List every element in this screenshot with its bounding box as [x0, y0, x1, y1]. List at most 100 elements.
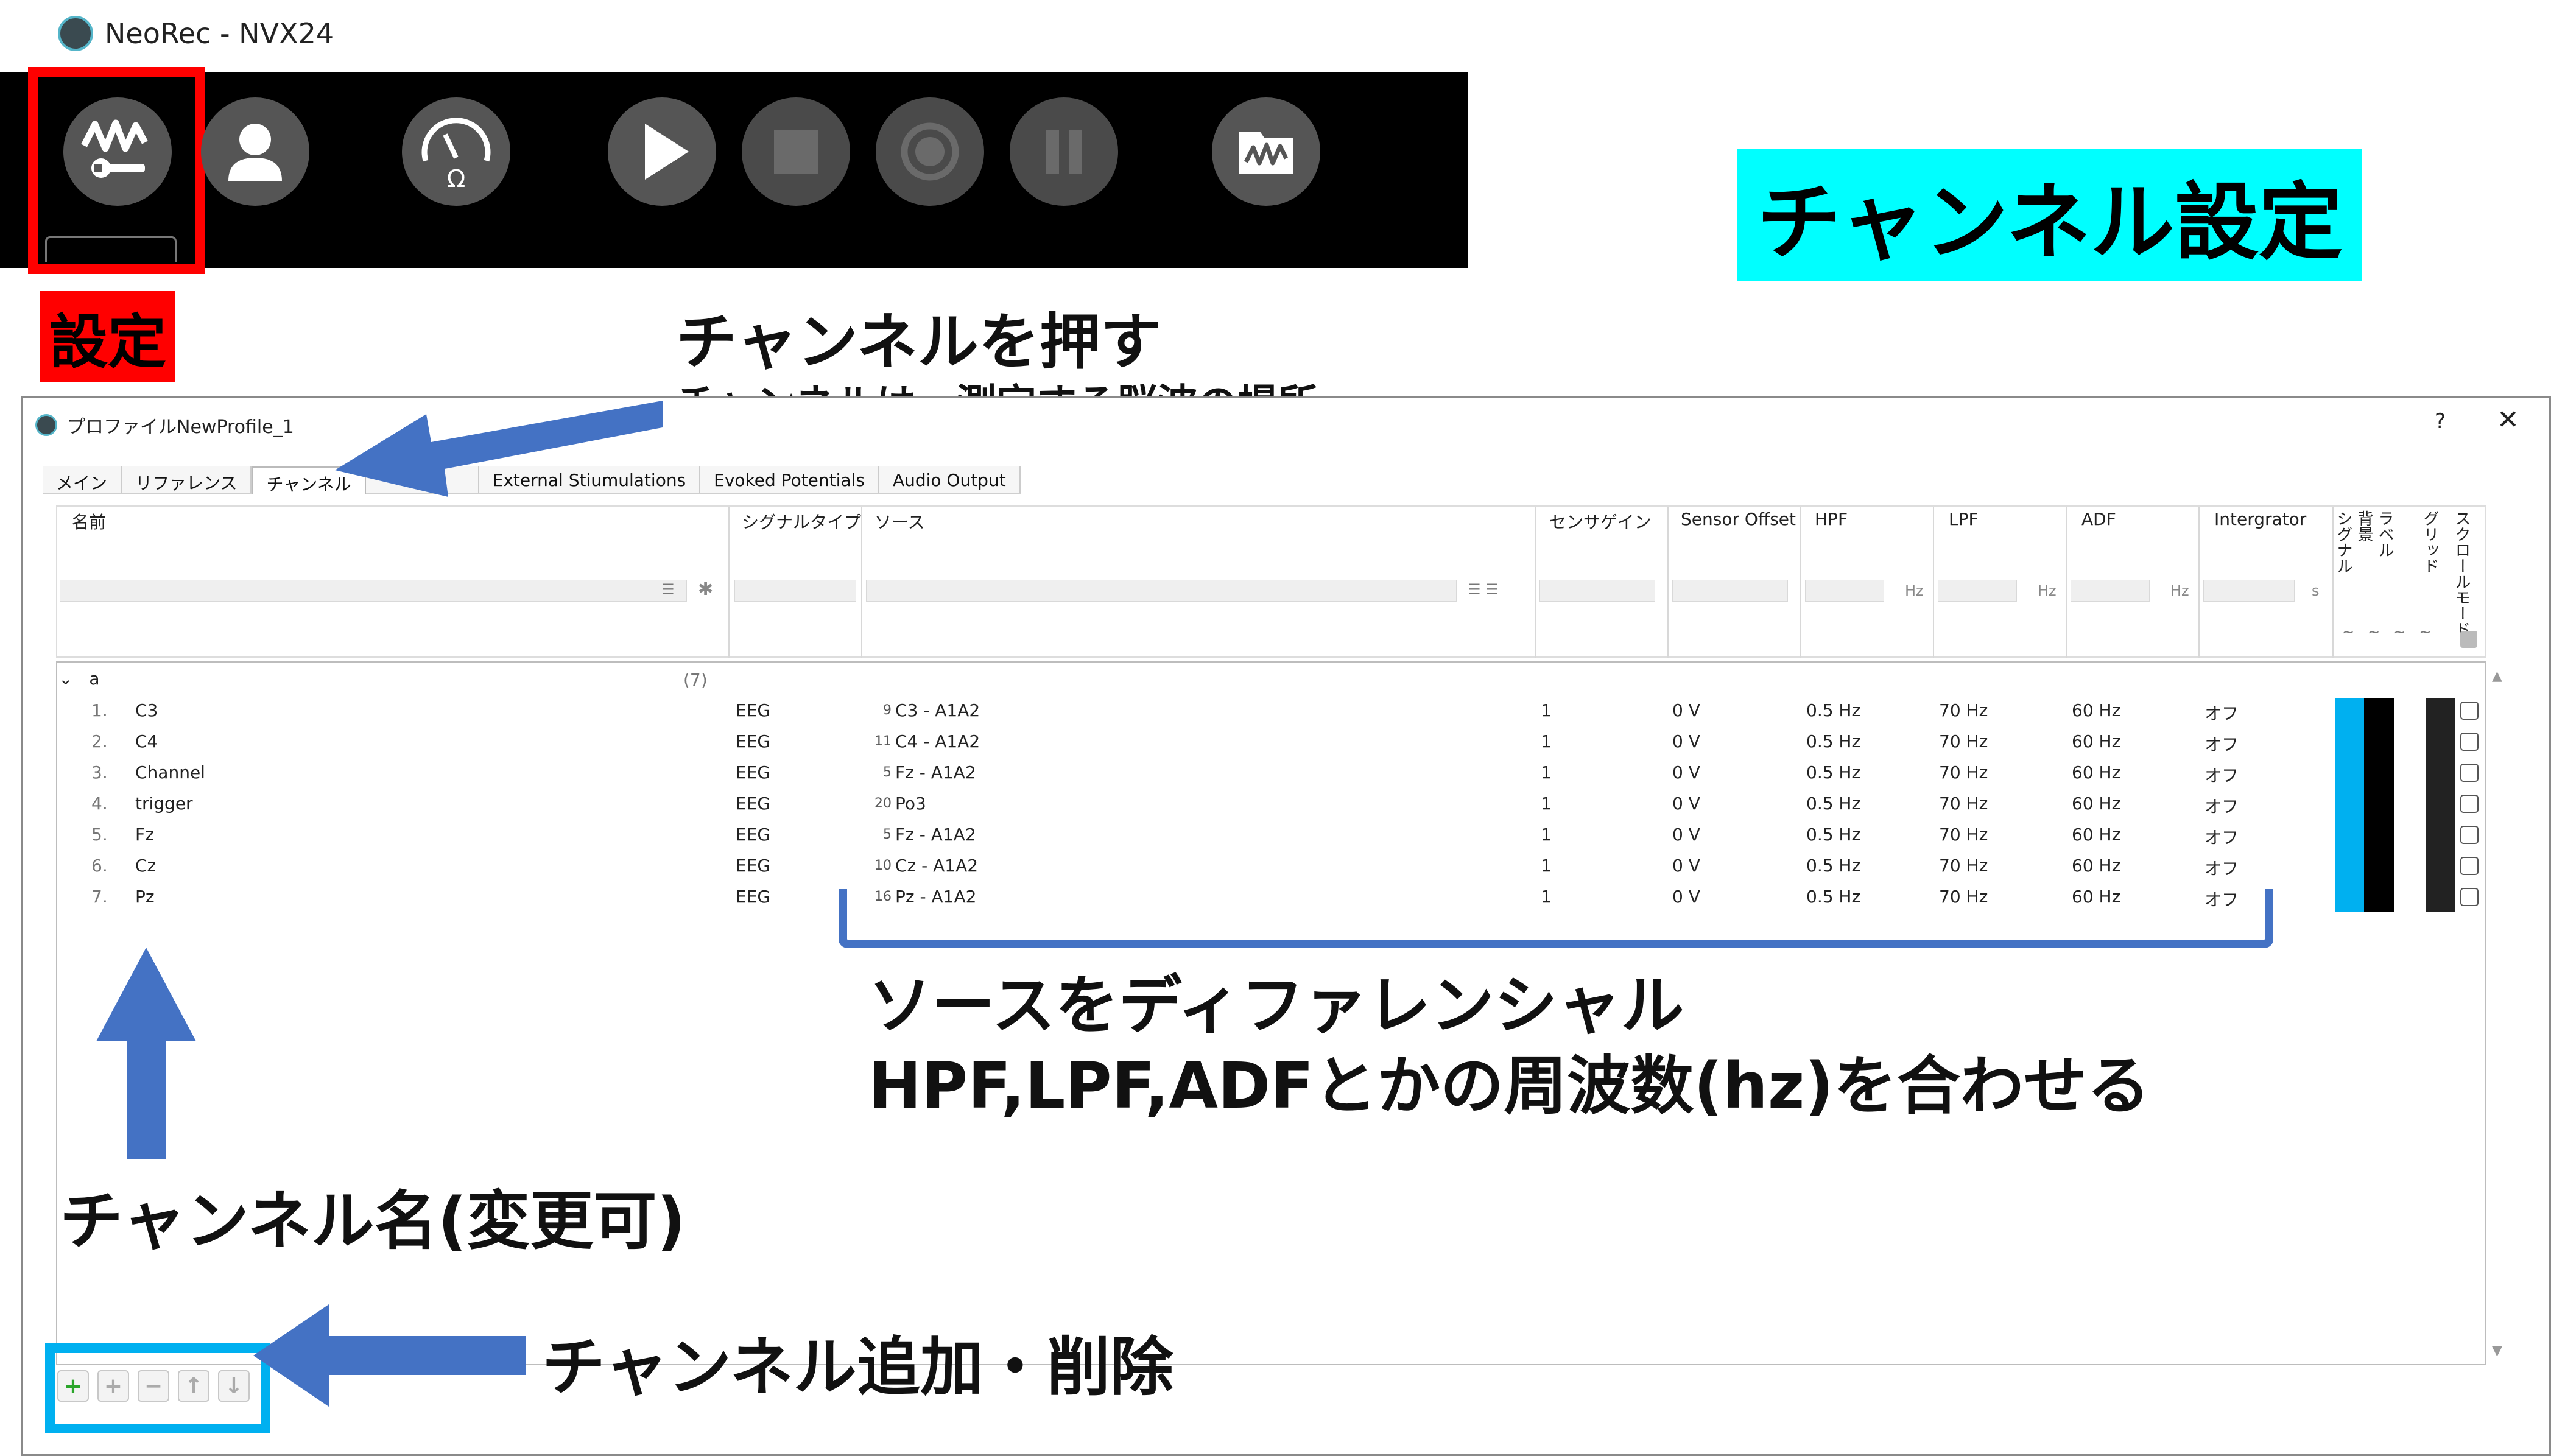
- col-sensor-offset[interactable]: Sensor Offset: [1681, 509, 1796, 529]
- group-row[interactable]: ⌄ a: [58, 669, 100, 689]
- source[interactable]: Cz - A1A2: [895, 856, 978, 876]
- settings-bracket: [839, 889, 2273, 948]
- move-up-icon[interactable]: ↑: [178, 1370, 209, 1402]
- signal-type[interactable]: EEG: [736, 887, 770, 907]
- scroll-mode-checkbox[interactable]: [2460, 826, 2479, 844]
- tab-main[interactable]: メイン: [43, 466, 122, 493]
- integrator-value: オフ: [2204, 703, 2239, 723]
- channel-name[interactable]: trigger: [135, 793, 193, 814]
- chevron-down-icon[interactable]: ⌄: [58, 669, 72, 689]
- scroll-mode-checkbox[interactable]: [2460, 733, 2479, 751]
- user-icon: [228, 124, 282, 181]
- source-number: 5: [883, 765, 892, 780]
- source[interactable]: C3 - A1A2: [895, 700, 980, 720]
- tab-reference[interactable]: リファレンス: [122, 466, 252, 493]
- signal-type[interactable]: EEG: [736, 856, 770, 876]
- gain-filter[interactable]: [1539, 580, 1655, 602]
- channel-name[interactable]: Channel: [135, 762, 205, 783]
- sensor-offset: 0 V: [1672, 731, 1700, 751]
- signal-type-filter[interactable]: [734, 580, 856, 602]
- source[interactable]: C4 - A1A2: [895, 731, 980, 751]
- name-filter-input[interactable]: [60, 580, 687, 602]
- col-integrator[interactable]: Intergrator: [2214, 509, 2306, 529]
- source-filter[interactable]: [866, 580, 1457, 602]
- channel-name[interactable]: C3: [135, 700, 158, 720]
- source[interactable]: Po3: [895, 793, 926, 814]
- scroll-mode-checkbox[interactable]: [2460, 795, 2479, 813]
- col-signal-color[interactable]: シグナル: [2334, 510, 2353, 574]
- settings-label: 設定: [40, 291, 175, 382]
- background-color-swatch[interactable]: [2364, 698, 2394, 912]
- integrator-unit: s: [2312, 582, 2320, 599]
- channel-name[interactable]: Pz: [135, 887, 155, 907]
- pause-icon: [1046, 130, 1082, 174]
- hpf-value: 0.5 Hz: [1806, 731, 1861, 751]
- col-background-color[interactable]: 背景: [2354, 510, 2374, 542]
- source[interactable]: Fz - A1A2: [895, 825, 976, 845]
- col-sensor-gain[interactable]: センサゲイン: [1549, 509, 1651, 533]
- scroll-mode-checkbox[interactable]: [2460, 888, 2479, 906]
- signal-type[interactable]: EEG: [736, 793, 770, 814]
- col-name[interactable]: 名前: [72, 509, 106, 533]
- col-scroll-mode[interactable]: スクロールモード: [2452, 510, 2471, 637]
- lpf-filter[interactable]: [1938, 580, 2017, 602]
- tab-evoked-potentials[interactable]: Evoked Potentials: [700, 466, 879, 493]
- sensor-offset: 0 V: [1672, 762, 1700, 783]
- channel-name[interactable]: C4: [135, 731, 158, 751]
- col-adf[interactable]: ADF: [2081, 509, 2116, 529]
- source-number: 11: [874, 734, 892, 749]
- signal-type[interactable]: EEG: [736, 762, 770, 783]
- integrator-filter[interactable]: [2203, 580, 2295, 602]
- scroll-mode-checkbox[interactable]: [2460, 702, 2479, 720]
- channel-name[interactable]: Cz: [135, 856, 156, 876]
- neorec-title: NeoRec - NVX24: [105, 17, 334, 50]
- source-number: 20: [874, 796, 892, 811]
- signal-type[interactable]: EEG: [736, 825, 770, 845]
- scroll-mode-checkbox[interactable]: [2460, 857, 2479, 875]
- col-hpf[interactable]: HPF: [1815, 509, 1848, 529]
- tab-audio-output[interactable]: Audio Output: [879, 466, 1021, 493]
- signal-type[interactable]: EEG: [736, 731, 770, 751]
- add-icon[interactable]: +: [97, 1370, 129, 1402]
- signal-type[interactable]: EEG: [736, 700, 770, 720]
- workspace-button[interactable]: [1212, 97, 1320, 206]
- source[interactable]: Fz - A1A2: [895, 762, 976, 783]
- adf-unit: Hz: [2170, 582, 2189, 599]
- settings-highlight-box: [28, 67, 205, 274]
- col-label-color[interactable]: ラベル: [2375, 510, 2394, 558]
- grid-color-swatch[interactable]: [2426, 698, 2455, 912]
- hpf-filter[interactable]: [1805, 580, 1884, 602]
- col-signal-type[interactable]: シグナルタイプ: [742, 509, 861, 533]
- close-button[interactable]: ✕: [2497, 404, 2519, 435]
- play-button[interactable]: [608, 97, 716, 206]
- asterisk-icon[interactable]: ✱: [698, 579, 713, 600]
- source-number: 5: [883, 827, 892, 842]
- source-sort-icon[interactable]: ☰ ☰: [1468, 581, 1499, 598]
- sort-icon[interactable]: ☰: [661, 581, 675, 598]
- scroll-up-arrow[interactable]: ▲: [2492, 669, 2502, 684]
- sensor-gain: 1: [1541, 700, 1552, 720]
- col-source[interactable]: ソース: [874, 509, 925, 533]
- offset-filter[interactable]: [1672, 580, 1788, 602]
- scroll-down-arrow[interactable]: ▼: [2492, 1343, 2502, 1359]
- help-button[interactable]: ?: [2435, 409, 2446, 434]
- scroll-mode-filter-checkbox[interactable]: [2460, 631, 2477, 648]
- signal-color-swatch[interactable]: [2335, 698, 2364, 912]
- record-button[interactable]: [876, 97, 984, 206]
- add-green-icon[interactable]: +: [57, 1370, 89, 1402]
- sensor-offset: 0 V: [1672, 856, 1700, 876]
- adf-filter[interactable]: [2071, 580, 2150, 602]
- impedance-gauge-icon: Ω: [421, 118, 491, 193]
- arrow-to-toolbar: [253, 1304, 526, 1407]
- move-down-icon[interactable]: ↓: [218, 1370, 250, 1402]
- pause-button[interactable]: [1010, 97, 1118, 206]
- stop-button[interactable]: [742, 97, 850, 206]
- col-lpf[interactable]: LPF: [1949, 509, 1979, 529]
- profile-button[interactable]: [201, 97, 309, 206]
- impedance-button[interactable]: Ω: [402, 97, 510, 206]
- remove-icon[interactable]: −: [138, 1370, 169, 1402]
- source-note-2: HPF,LPF,ADFとかの周波数(hz)を合わせる: [868, 1049, 2150, 1123]
- col-grid-color[interactable]: グリッド: [2420, 510, 2440, 574]
- scroll-mode-checkbox[interactable]: [2460, 764, 2479, 782]
- channel-name[interactable]: Fz: [135, 825, 154, 845]
